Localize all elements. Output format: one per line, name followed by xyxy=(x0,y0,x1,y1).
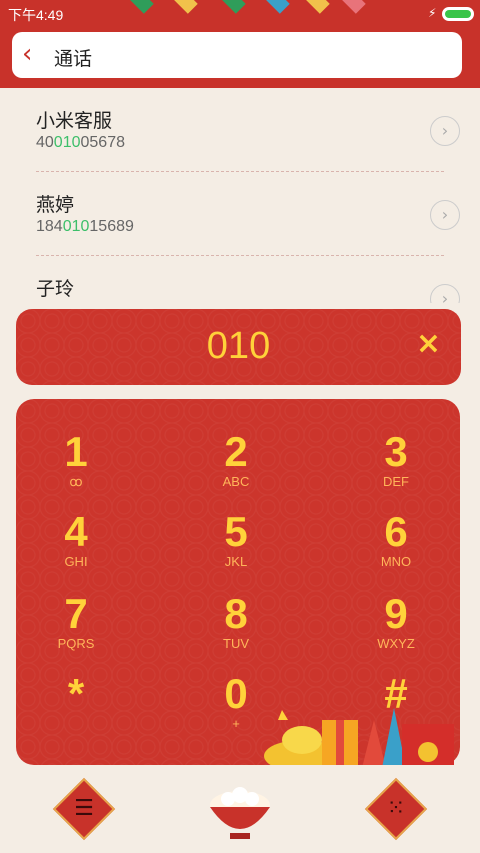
rice-bowl-icon[interactable] xyxy=(204,775,276,847)
contact-number: 4001005678 xyxy=(36,134,125,151)
list-item[interactable]: 小米客服 4001005678 › xyxy=(36,88,460,172)
contact-name: 燕婷 xyxy=(36,194,75,216)
page-title: 通话 xyxy=(54,48,93,70)
key-6[interactable]: 6 MNO xyxy=(336,509,456,589)
chevron-right-icon[interactable]: › xyxy=(430,200,460,230)
clear-icon[interactable]: × xyxy=(416,327,441,361)
lightning-icon: ⚡ xyxy=(428,6,437,20)
header-bar: ‹ 通话 xyxy=(0,28,480,88)
chevron-right-icon[interactable]: › xyxy=(430,284,460,303)
festive-flags-decoration xyxy=(126,0,376,20)
chevron-left-icon[interactable]: ‹ xyxy=(22,40,32,68)
menu-icon: ☰ xyxy=(74,796,94,821)
bottom-bar: ☰ ⁙ xyxy=(0,765,480,853)
key-2[interactable]: 2 ABC xyxy=(176,429,296,509)
key-1[interactable]: 1ꝏ xyxy=(16,429,136,509)
chevron-right-icon[interactable]: › xyxy=(430,116,460,146)
key-9[interactable]: 9 WXYZ xyxy=(336,591,456,671)
dialed-number-panel: 010 × xyxy=(16,309,461,385)
dialpad-toggle-button[interactable]: ⁙ xyxy=(364,777,428,841)
status-bar: 下午4:49 ⚡ xyxy=(0,0,480,28)
contact-number: 18401015689 xyxy=(36,218,134,235)
key-3[interactable]: 3 DEF xyxy=(336,429,456,509)
key-5[interactable]: 5 JKL xyxy=(176,509,296,589)
title-card: ‹ 通话 xyxy=(12,32,462,78)
key-4[interactable]: 4 GHI xyxy=(16,509,136,589)
voicemail-icon: ꝏ xyxy=(69,474,83,489)
list-item[interactable]: 燕婷 18401015689 › xyxy=(36,172,460,256)
key-7[interactable]: 7 PQRS xyxy=(16,591,136,671)
list-item[interactable]: 子玲 › xyxy=(36,256,460,303)
contact-name: 小米客服 xyxy=(36,110,113,132)
search-results-list: 小米客服 4001005678 › 燕婷 18401015689 › 子玲 › xyxy=(0,88,480,303)
battery-icon xyxy=(442,7,474,21)
status-time: 下午4:49 xyxy=(8,7,64,23)
key-star[interactable]: * xyxy=(16,671,136,751)
dialed-number: 010 xyxy=(206,325,271,367)
dialpad-icon: ⁙ xyxy=(386,796,406,821)
key-8[interactable]: 8 TUV xyxy=(176,591,296,671)
contact-name: 子玲 xyxy=(36,278,75,300)
menu-button[interactable]: ☰ xyxy=(52,777,116,841)
